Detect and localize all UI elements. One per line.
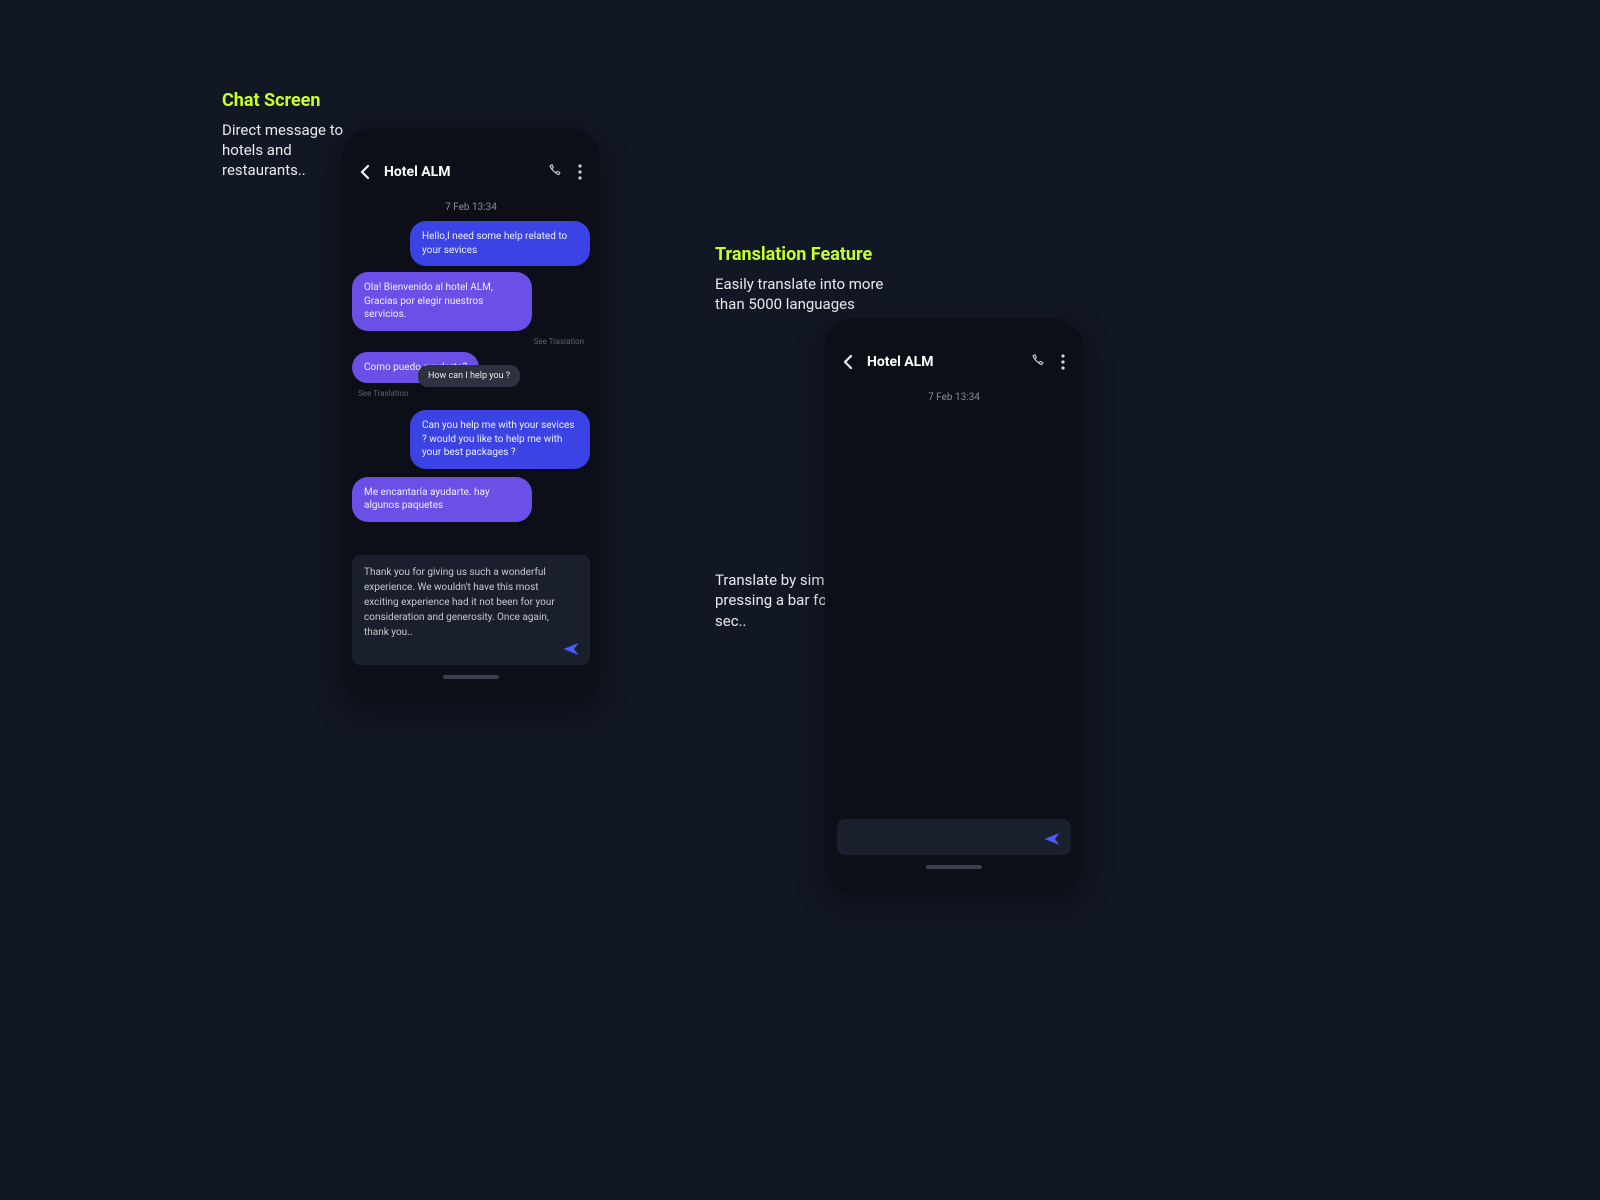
message-agent[interactable]: Ola! Bienvenido al hotel ALM, Gracias po… bbox=[352, 272, 590, 331]
see-translation-link[interactable]: See Traslation bbox=[352, 389, 590, 398]
section-subheading-right: Easily translate into more than 5000 lan… bbox=[715, 274, 915, 315]
translation-screen-mockup: Hotel ALM 7 Feb 13:34 Hello,I need some … bbox=[825, 318, 1083, 893]
chat-screen-mockup: Hotel ALM 7 Feb 13:34 Hello,I need some … bbox=[342, 128, 600, 703]
message-user[interactable]: Can you help me with your sevices ? woul… bbox=[352, 410, 590, 469]
compose-box[interactable]: Thank you for giving us such a wonderful… bbox=[352, 555, 590, 665]
bubble-text: Ola! Bienvenido al hotel ALM, Gracias po… bbox=[352, 272, 532, 331]
chat-header: Hotel ALM bbox=[342, 156, 600, 188]
home-indicator bbox=[926, 865, 982, 869]
chat-title: Hotel ALM bbox=[867, 354, 1017, 370]
message-user[interactable]: Hello,I need some help related to your s… bbox=[352, 221, 590, 266]
more-menu-icon[interactable] bbox=[578, 164, 582, 180]
message-list: Hello,I need some help related to your s… bbox=[342, 221, 600, 549]
section-heading-left: Chat Screen bbox=[222, 90, 352, 112]
back-icon[interactable] bbox=[360, 165, 372, 179]
more-menu-icon[interactable] bbox=[1061, 354, 1065, 370]
translation-popover: How can I help you ? bbox=[418, 365, 520, 387]
bubble-text: Hello,I need some help related to your s… bbox=[410, 221, 590, 266]
compose-bar[interactable] bbox=[837, 819, 1071, 855]
home-indicator bbox=[443, 675, 499, 679]
see-translation-link[interactable]: See Traslation bbox=[352, 337, 590, 346]
message-agent[interactable]: Me encantaría ayudarte. hay algunos paqu… bbox=[352, 477, 590, 522]
send-icon[interactable] bbox=[1043, 831, 1061, 847]
section-subheading-left: Direct message to hotels and restaurants… bbox=[222, 120, 352, 181]
chat-title: Hotel ALM bbox=[384, 164, 534, 180]
chat-header: Hotel ALM bbox=[825, 346, 1083, 378]
send-icon[interactable] bbox=[562, 641, 580, 657]
back-icon[interactable] bbox=[843, 355, 855, 369]
chat-timestamp: 7 Feb 13:34 bbox=[342, 202, 600, 213]
phone-icon[interactable] bbox=[546, 164, 562, 180]
phone-icon[interactable] bbox=[1029, 354, 1045, 370]
compose-text: Thank you for giving us such a wonderful… bbox=[364, 565, 578, 640]
section-heading-right: Translation Feature bbox=[715, 244, 915, 266]
bubble-text: Me encantaría ayudarte. hay algunos paqu… bbox=[352, 477, 532, 522]
bubble-text: Can you help me with your sevices ? woul… bbox=[410, 410, 590, 469]
chat-timestamp: 7 Feb 13:34 bbox=[825, 392, 1083, 403]
